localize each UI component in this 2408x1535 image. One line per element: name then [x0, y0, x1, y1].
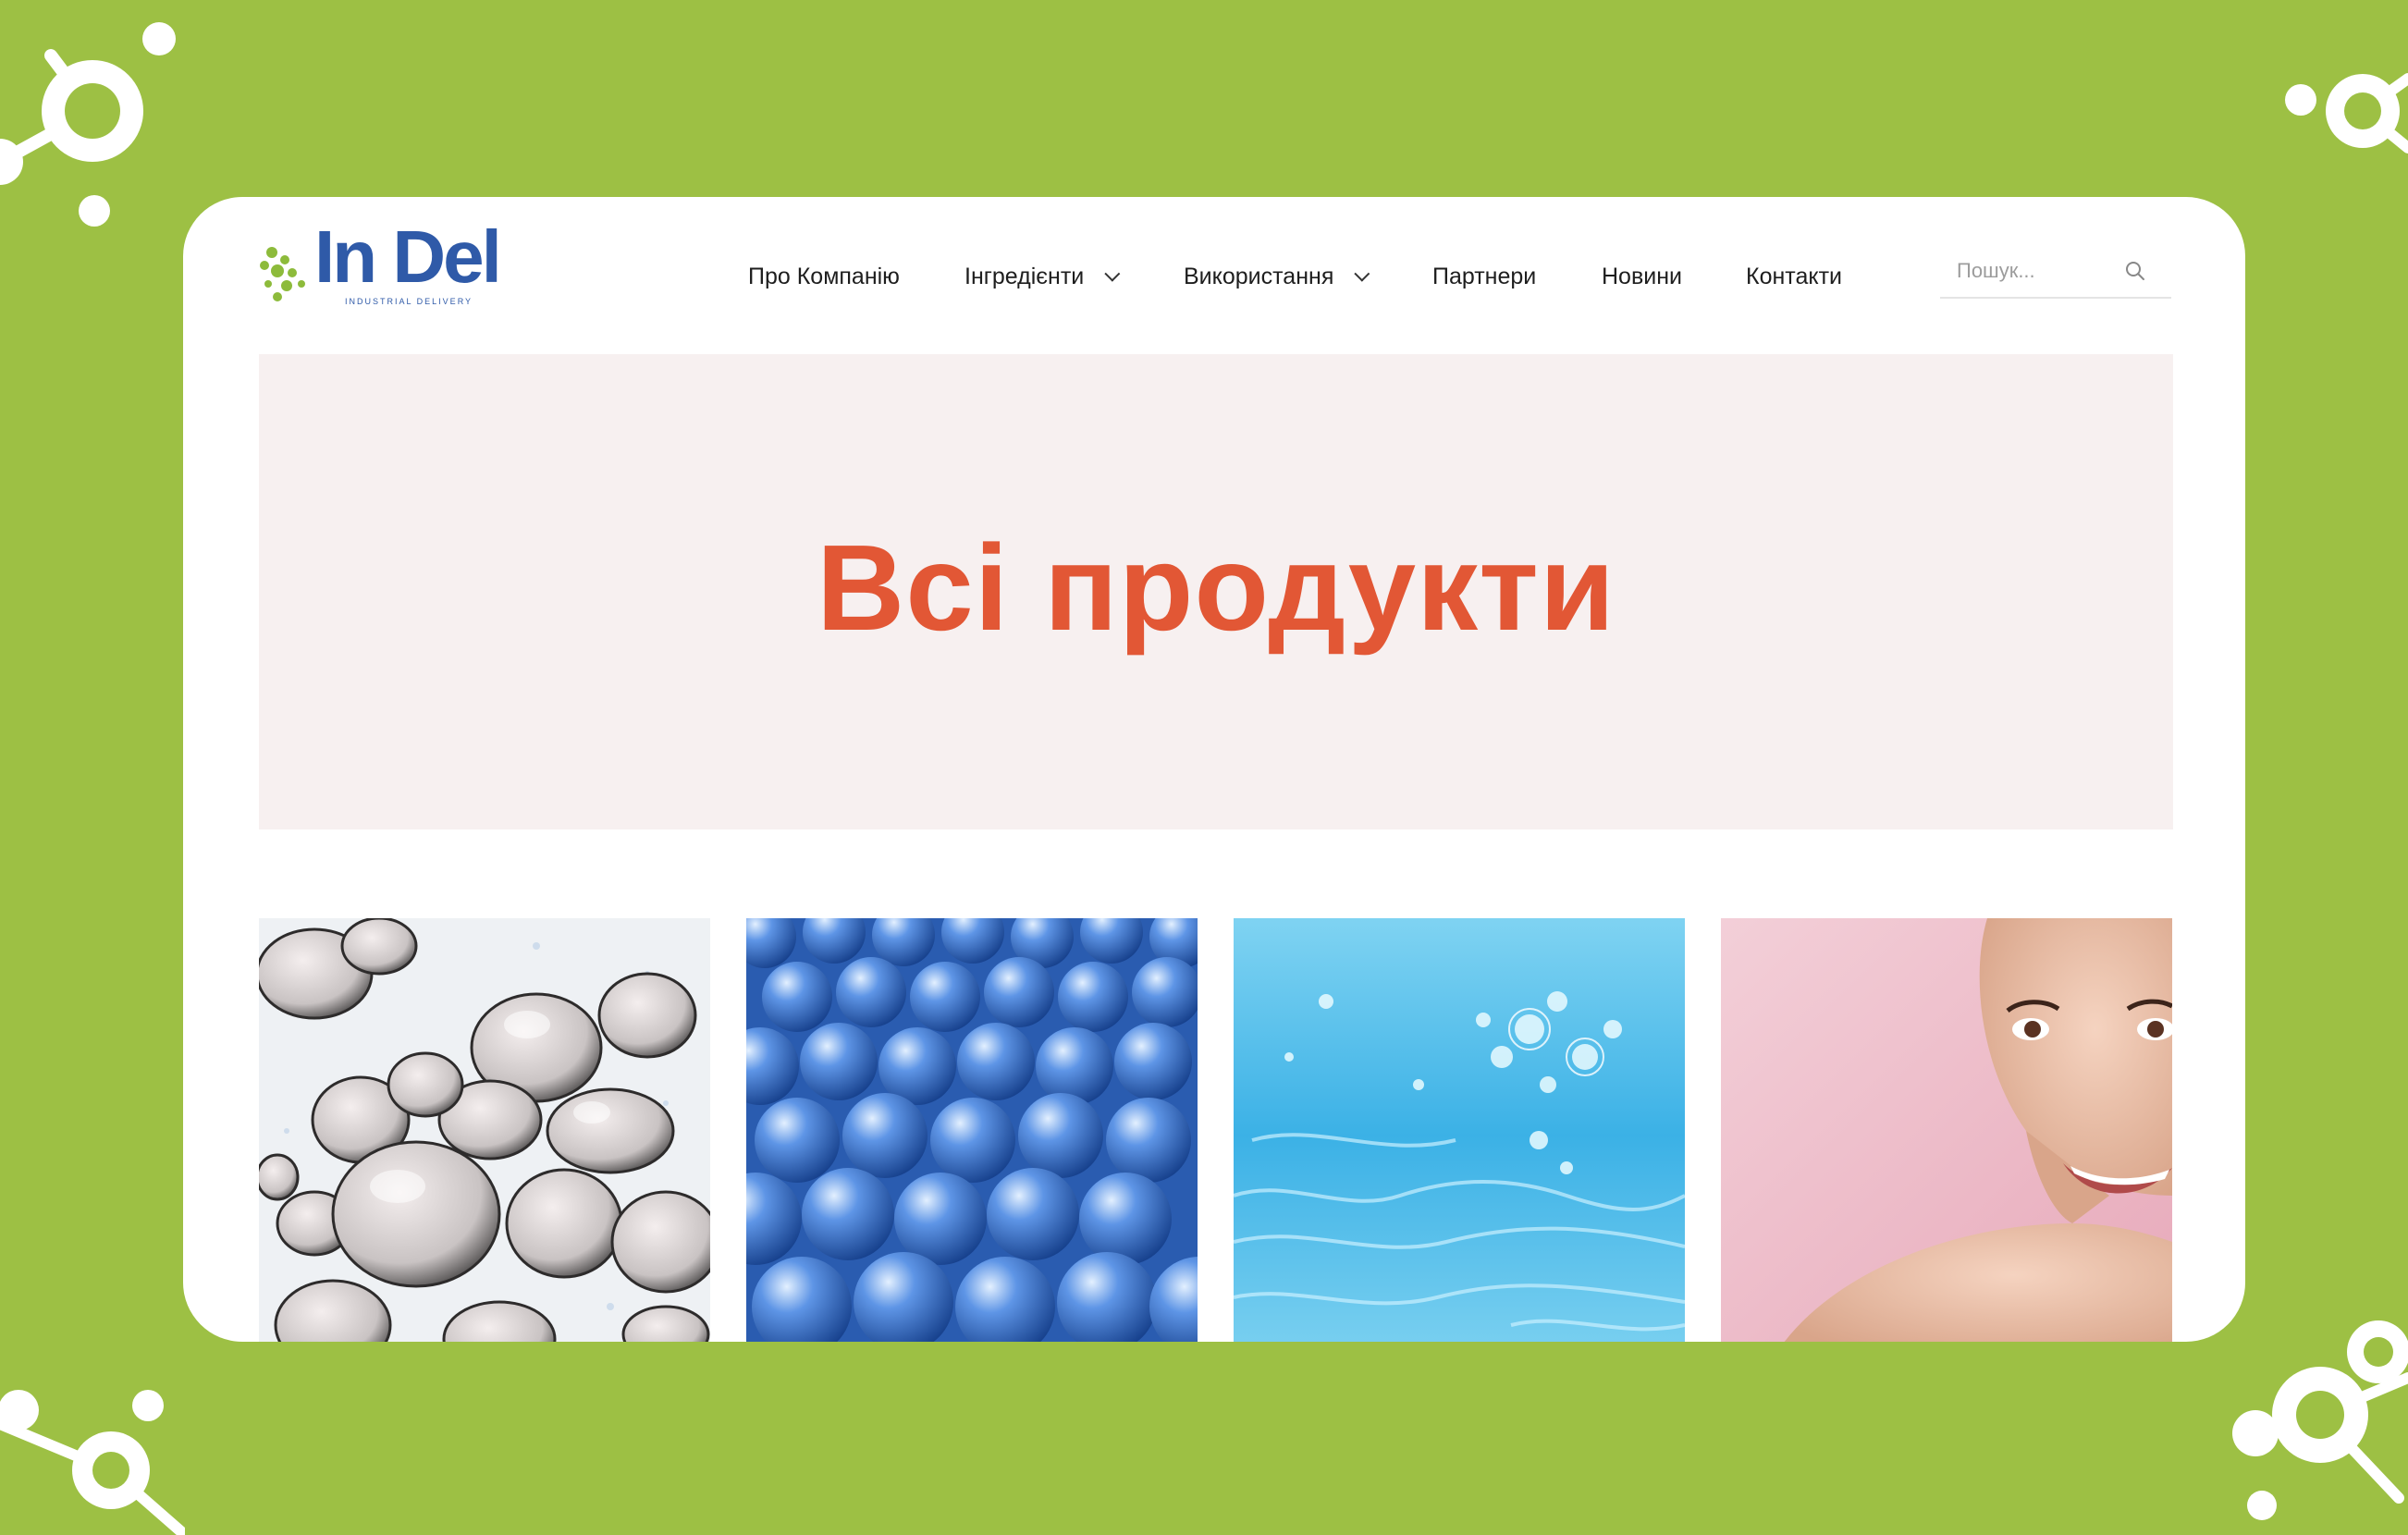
product-grid — [259, 918, 2173, 1342]
blue-spheres-image — [746, 918, 1198, 1342]
nav-item-label: Контакти — [1746, 263, 1842, 289]
chevron-down-icon — [1354, 265, 1370, 282]
nav-item-about[interactable]: Про Компанію — [748, 249, 900, 304]
browser-card: In Del INDUSTRIAL DELIVERY Про Компанію … — [183, 197, 2245, 1342]
woman-portrait-image — [1721, 918, 2172, 1342]
logo-tagline: INDUSTRIAL DELIVERY — [345, 297, 473, 306]
molecule-decoration-bottom-right — [2232, 1320, 2408, 1520]
nav-item-label: Використання — [1184, 263, 1334, 289]
nav-item-ingredients[interactable]: Інгредієнти — [964, 249, 1121, 304]
search-input[interactable] — [1955, 254, 2134, 288]
nav-item-label: Інгредієнти — [964, 263, 1085, 289]
nav-item-label: Про Компанію — [748, 263, 900, 289]
logo[interactable]: In Del INDUSTRIAL DELIVERY — [259, 217, 527, 313]
page-title: Всі продукти — [816, 519, 1616, 656]
nav-item-news[interactable]: Новини — [1602, 249, 1682, 304]
nav-item-label: Новини — [1602, 263, 1682, 289]
product-tile-yeast-cells[interactable] — [259, 918, 710, 1342]
molecule-decoration-bottom-left — [0, 1390, 185, 1535]
product-tile-smiling-woman[interactable] — [1721, 918, 2172, 1342]
yeast-cells-image — [259, 918, 710, 1342]
nav-item-contacts[interactable]: Контакти — [1746, 249, 1842, 304]
product-tile-blue-gel-spheres[interactable] — [746, 918, 1198, 1342]
water-image — [1234, 918, 1685, 1342]
product-tile-water-bubbles[interactable] — [1234, 918, 1685, 1342]
nav-item-label: Партнери — [1432, 263, 1537, 289]
molecule-decoration-top-right — [2285, 73, 2408, 154]
molecule-logo-icon — [260, 247, 305, 301]
hero-banner: Всі продукти — [259, 354, 2173, 829]
chevron-down-icon — [1104, 265, 1121, 282]
nav-item-usage[interactable]: Використання — [1184, 249, 1370, 304]
molecule-decoration-top-left — [0, 22, 176, 227]
nav-item-partners[interactable]: Партнери — [1432, 249, 1536, 304]
search-icon[interactable] — [2125, 261, 2145, 281]
logo-wordmark: In Del — [314, 215, 502, 298]
search-box — [1940, 243, 2171, 299]
